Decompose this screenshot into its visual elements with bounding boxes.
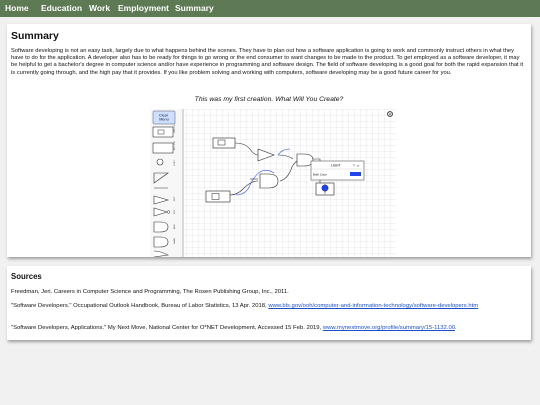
svg-text:NAND: NAND [173,237,176,244]
nav-work[interactable]: Work [89,3,110,13]
and-gate-1[interactable] [259,173,279,189]
palette-switch-icon[interactable] [152,126,174,138]
palette-and-icon[interactable] [153,221,169,233]
circuit-simulator[interactable]: Clear Menu SWITCH BUTTON LIGHT BUF NOT A… [150,109,396,257]
summary-heading: Summary [11,30,59,42]
source-link-onet[interactable]: www.mynextmove.org/profile/summary/15-11… [323,325,455,331]
nav-employment[interactable]: Employment [118,3,169,13]
switch-1[interactable] [212,137,236,149]
nav-home[interactable]: Home [5,3,29,13]
svg-text:BUF: BUF [174,196,176,201]
palette-nand-icon[interactable] [153,236,169,248]
svg-text:SWITCH: SWITCH [174,124,176,133]
light-bulb[interactable] [315,182,335,196]
nav-education[interactable]: Education [41,3,82,13]
creation-caption: This was my first creation. What Will Yo… [194,96,344,103]
clear-menu-label: Clear Menu [159,114,169,122]
svg-text:NOT: NOT [174,209,176,214]
source-item: Freedman, Jeri. Careers in Computer Scie… [11,289,289,295]
help-icon[interactable]: ? [353,164,355,168]
canvas-grid[interactable] [183,109,396,257]
bulb-color-swatch[interactable] [350,172,361,176]
close-icon[interactable]: × [357,164,359,168]
top-nav: Home Education Work Employment Summary [0,0,540,17]
palette-bulb-icon[interactable] [156,158,164,166]
light-settings-panel[interactable]: LIGHT ? × Bulb Color [310,160,365,181]
svg-text:AND: AND [173,224,176,229]
palette-button-icon[interactable] [152,142,174,154]
svg-text:LIGHT: LIGHT [174,159,176,166]
sources-card: Sources Freedman, Jeri. Careers in Compu… [7,266,531,340]
source-link-bls[interactable]: www.bls.gov/ooh/computer-and-information… [268,303,478,309]
light-panel-title: LIGHT [331,164,340,168]
summary-card: Summary Software developing is not an ea… [7,24,531,257]
switch-2[interactable] [205,190,231,203]
summary-paragraph: Software developing is not an easy task,… [11,48,524,76]
sources-heading: Sources [11,272,42,281]
bulb-color-label: Bulb Color [313,173,327,177]
and-gate-2[interactable] [296,153,314,167]
nav-summary[interactable]: Summary [175,3,214,13]
source-item: "Software Developers." Occupational Outl… [11,303,479,309]
source-item: "Software Developers, Applications." My … [11,325,457,331]
svg-text:BUTTON: BUTTON [174,141,176,150]
